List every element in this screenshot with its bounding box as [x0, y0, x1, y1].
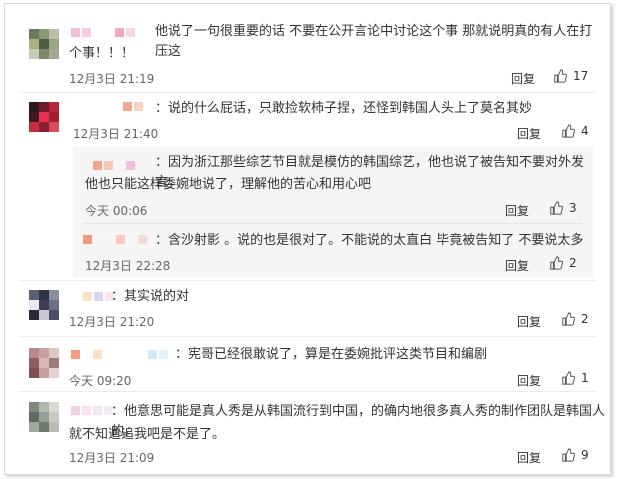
comment-item: ：宪哥已经很敢说了，算是在委婉批评这类节目和编剧 今天 09:20 回复 1 — [5, 338, 610, 392]
username-blurred[interactable] — [93, 161, 135, 171]
like-button[interactable]: 3 — [549, 201, 577, 215]
reply-button[interactable]: 回复 — [517, 449, 541, 466]
reply-button[interactable]: 回复 — [517, 125, 541, 142]
avatar[interactable] — [29, 290, 59, 320]
avatar[interactable] — [29, 402, 59, 432]
divider — [19, 391, 596, 392]
thumbs-up-icon — [550, 256, 563, 270]
comment-time: 今天 09:20 — [69, 374, 132, 388]
like-button[interactable]: 17 — [553, 69, 588, 83]
like-count: 4 — [581, 124, 589, 138]
avatar[interactable] — [29, 348, 59, 378]
avatar[interactable] — [29, 102, 59, 132]
reply-time: 12月3日 22:28 — [85, 259, 171, 273]
comment-item: ：他意思可能是真人秀是从韩国流行到中国，的确内地很多真人秀的制作团队是韩国人的。… — [5, 393, 610, 473]
thumbs-up-icon — [562, 312, 575, 326]
like-button[interactable]: 1 — [561, 371, 589, 385]
thumbs-up-icon — [562, 448, 575, 462]
reply-text-line2: 他也只能这样委婉地说了，理解他的苦心和用心吧 — [85, 177, 372, 192]
comment-text: ：宪哥已经很敢说了，算是在委婉批评这类节目和编剧 — [175, 347, 488, 362]
like-count: 2 — [581, 312, 589, 326]
comment-time: 12月3日 21:40 — [73, 127, 159, 141]
reply-button[interactable]: 回复 — [505, 257, 529, 274]
comment-panel: 他说了一句很重要的话 不要在公开言论中讨论这个事 那就说明真的有人在打压这 个事… — [4, 3, 611, 475]
comment-text-line2: 就不知道追我吧是不是了。 — [69, 427, 226, 442]
comment-text: ：其实说的对 — [111, 289, 190, 304]
comment-item: ：其实说的对 12月3日 21:20 回复 2 — [5, 282, 610, 336]
comment-text: 他说了一句很重要的话 不要在公开言论中讨论这个事 那就说明真的有人在打压这 — [155, 24, 593, 59]
comment-item: 他说了一句很重要的话 不要在公开言论中讨论这个事 那就说明真的有人在打压这 个事… — [5, 4, 610, 94]
divider — [83, 223, 583, 224]
thumbs-up-icon — [562, 371, 575, 385]
reply-button[interactable]: 回复 — [511, 70, 535, 87]
like-count: 3 — [569, 201, 577, 215]
like-button[interactable]: 4 — [561, 124, 589, 138]
comment-text-line2: 个事！！！ — [69, 46, 135, 61]
reply-button[interactable]: 回复 — [517, 313, 541, 330]
avatar[interactable] — [29, 29, 59, 59]
comment-text: ：说的什么屁话，只敢捡软柿子捏，还怪到韩国人头上了莫名其妙 — [155, 101, 533, 116]
like-count: 1 — [581, 371, 589, 385]
like-button[interactable]: 9 — [561, 448, 589, 462]
username-blurred[interactable] — [71, 406, 113, 416]
thumbs-up-icon — [550, 201, 563, 215]
thumbs-up-icon — [554, 69, 567, 83]
like-button[interactable]: 2 — [549, 256, 577, 270]
like-count: 2 — [569, 256, 577, 270]
reply-time: 今天 00:06 — [85, 204, 148, 218]
like-count: 17 — [573, 69, 589, 83]
username-blurred[interactable] — [83, 292, 114, 302]
username-blurred[interactable] — [123, 102, 143, 112]
username-blurred[interactable] — [71, 350, 168, 360]
comment-time: 12月3日 21:20 — [69, 315, 155, 329]
divider — [19, 336, 596, 337]
like-button[interactable]: 2 — [561, 312, 589, 326]
username-blurred[interactable] — [83, 235, 147, 245]
thumbs-up-icon — [562, 124, 575, 138]
comment-time: 12月3日 21:09 — [69, 451, 155, 465]
sub-replies: ：因为浙江那些综艺节目就是模仿的韩国综艺，他也说了被告知不要对外发言， 他也只能… — [73, 147, 593, 277]
like-count: 9 — [581, 448, 589, 462]
comment-item: ：说的什么屁话，只敢捡软柿子捏，还怪到韩国人头上了莫名其妙 12月3日 21:4… — [5, 94, 610, 149]
username-blurred[interactable] — [71, 28, 135, 38]
divider — [19, 280, 596, 281]
divider — [19, 92, 596, 93]
reply-button[interactable]: 回复 — [517, 372, 541, 389]
reply-button[interactable]: 回复 — [505, 202, 529, 219]
reply-text: ：含沙射影 。说的也是很对了。不能说的太直白 毕竟被告知了 不要说太多 — [155, 233, 584, 248]
comment-time: 12月3日 21:19 — [69, 72, 155, 86]
